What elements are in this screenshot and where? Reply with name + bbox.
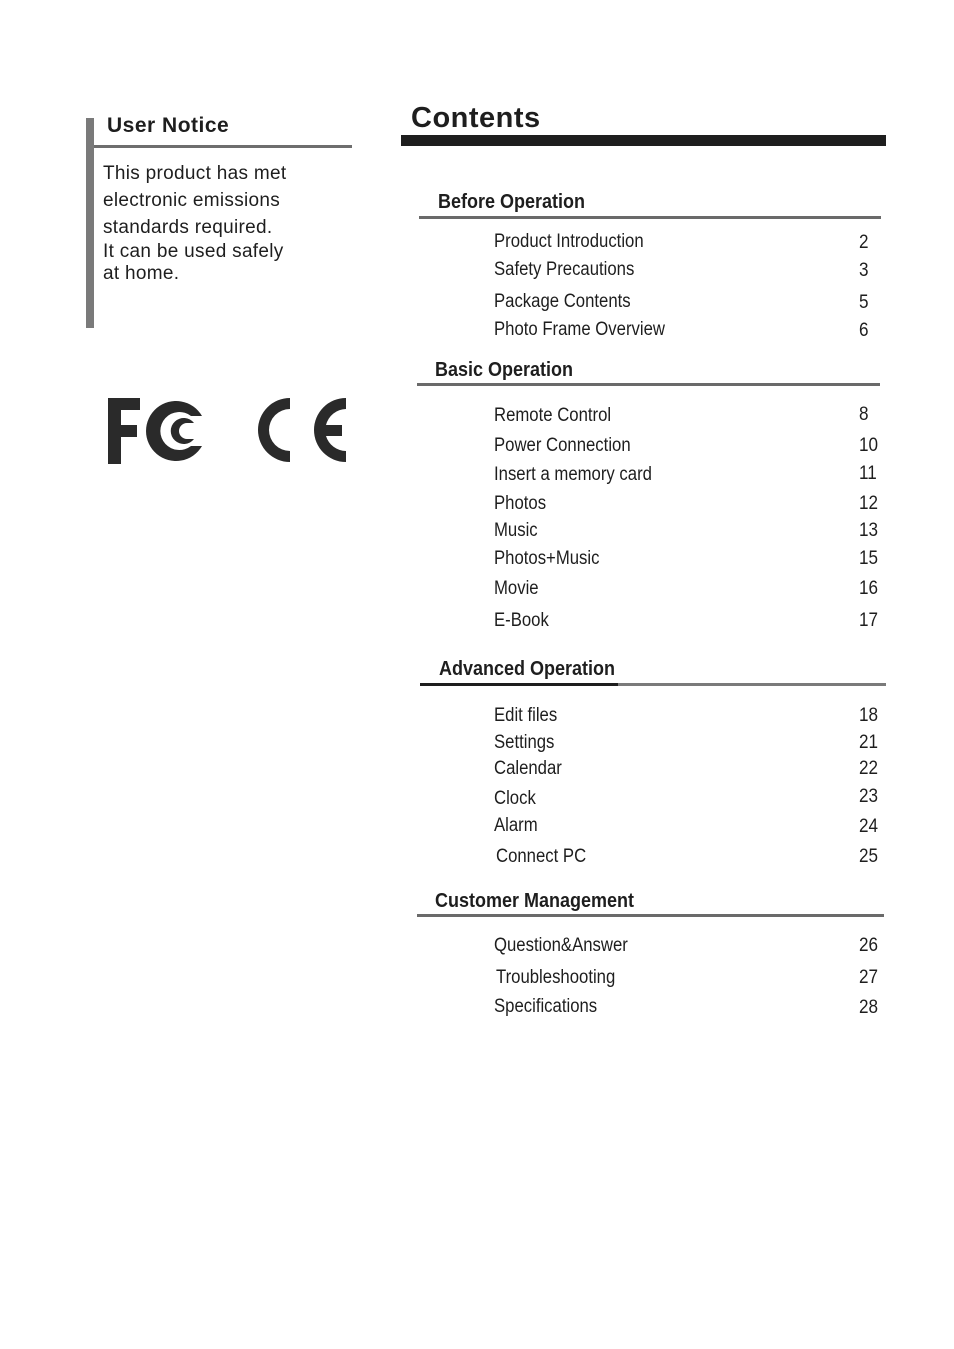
- toc-item-page: 8: [859, 404, 869, 425]
- notice-line: standards required.: [103, 217, 273, 238]
- section-title: Customer Management: [435, 890, 635, 912]
- toc-item-label[interactable]: Settings: [494, 732, 554, 754]
- toc-item-page: 11: [859, 463, 877, 484]
- toc-item-label[interactable]: Safety Precautions: [494, 259, 634, 281]
- toc-item-page: 28: [859, 997, 879, 1018]
- notice-body: This product has met electronic emission…: [103, 160, 286, 287]
- toc-item-label[interactable]: Question&Answer: [494, 935, 628, 957]
- toc-item-label[interactable]: Movie: [494, 578, 539, 600]
- toc-item-page: 27: [859, 967, 879, 988]
- contents-title-bar: [401, 135, 886, 146]
- section-divider: [417, 914, 884, 917]
- toc-item-label[interactable]: Power Connection: [494, 435, 631, 457]
- toc-item-page: 22: [859, 758, 879, 779]
- section-divider-dark: [420, 683, 618, 686]
- toc-item-page: 12: [859, 493, 879, 514]
- fcc-logo-icon: [108, 398, 202, 464]
- ce-logo-icon: [258, 398, 346, 462]
- notice-side-bar: [86, 118, 94, 328]
- section-divider: [618, 683, 886, 686]
- toc-item-label[interactable]: Clock: [494, 788, 536, 810]
- toc-item-label[interactable]: Alarm: [494, 815, 538, 837]
- toc-item-page: 3: [859, 260, 869, 281]
- toc-item-page: 2: [859, 232, 869, 253]
- toc-item-label[interactable]: Package Contents: [494, 291, 631, 313]
- notice-line: electronic emissions: [103, 190, 281, 211]
- toc-item-page: 21: [859, 732, 879, 753]
- toc-item-label[interactable]: Calendar: [494, 758, 562, 780]
- toc-item-label[interactable]: Specifications: [494, 996, 597, 1018]
- toc-item-page: 24: [859, 816, 879, 837]
- section-title: Before Operation: [438, 191, 586, 213]
- toc-item-page: 23: [859, 786, 879, 807]
- contents-title: Contents: [411, 102, 541, 134]
- toc-item-label[interactable]: Connect PC: [496, 846, 586, 868]
- toc-item-page: 16: [859, 578, 879, 599]
- toc-item-page: 25: [859, 846, 879, 867]
- toc-item-label[interactable]: Product Introduction: [494, 231, 644, 253]
- notice-divider: [94, 145, 352, 148]
- toc-item-page: 10: [859, 435, 879, 456]
- toc-item-label[interactable]: Insert a memory card: [494, 464, 652, 486]
- notice-line: This product has met: [103, 163, 287, 184]
- section-title: Advanced Operation: [439, 658, 616, 680]
- toc-item-label[interactable]: Photos+Music: [494, 548, 599, 570]
- section-divider: [419, 216, 881, 219]
- section-divider: [417, 383, 880, 386]
- toc-item-label[interactable]: E-Book: [494, 610, 549, 632]
- toc-item-label[interactable]: Photo Frame Overview: [494, 319, 665, 341]
- notice-title: User Notice: [107, 114, 230, 137]
- toc-item-page: 15: [859, 548, 879, 569]
- toc-item-page: 13: [859, 520, 879, 541]
- toc-item-label[interactable]: Music: [494, 520, 538, 542]
- toc-item-page: 6: [859, 320, 869, 341]
- toc-item-label[interactable]: Photos: [494, 493, 546, 515]
- toc-item-label[interactable]: Remote Control: [494, 405, 611, 427]
- section-title: Basic Operation: [435, 359, 574, 381]
- toc-item-page: 26: [859, 935, 879, 956]
- toc-item-label[interactable]: Edit files: [494, 705, 557, 727]
- toc-item-page: 5: [859, 292, 869, 313]
- toc-item-page: 17: [859, 610, 879, 631]
- toc-item-page: 18: [859, 705, 879, 726]
- toc-item-label[interactable]: Troubleshooting: [496, 967, 615, 989]
